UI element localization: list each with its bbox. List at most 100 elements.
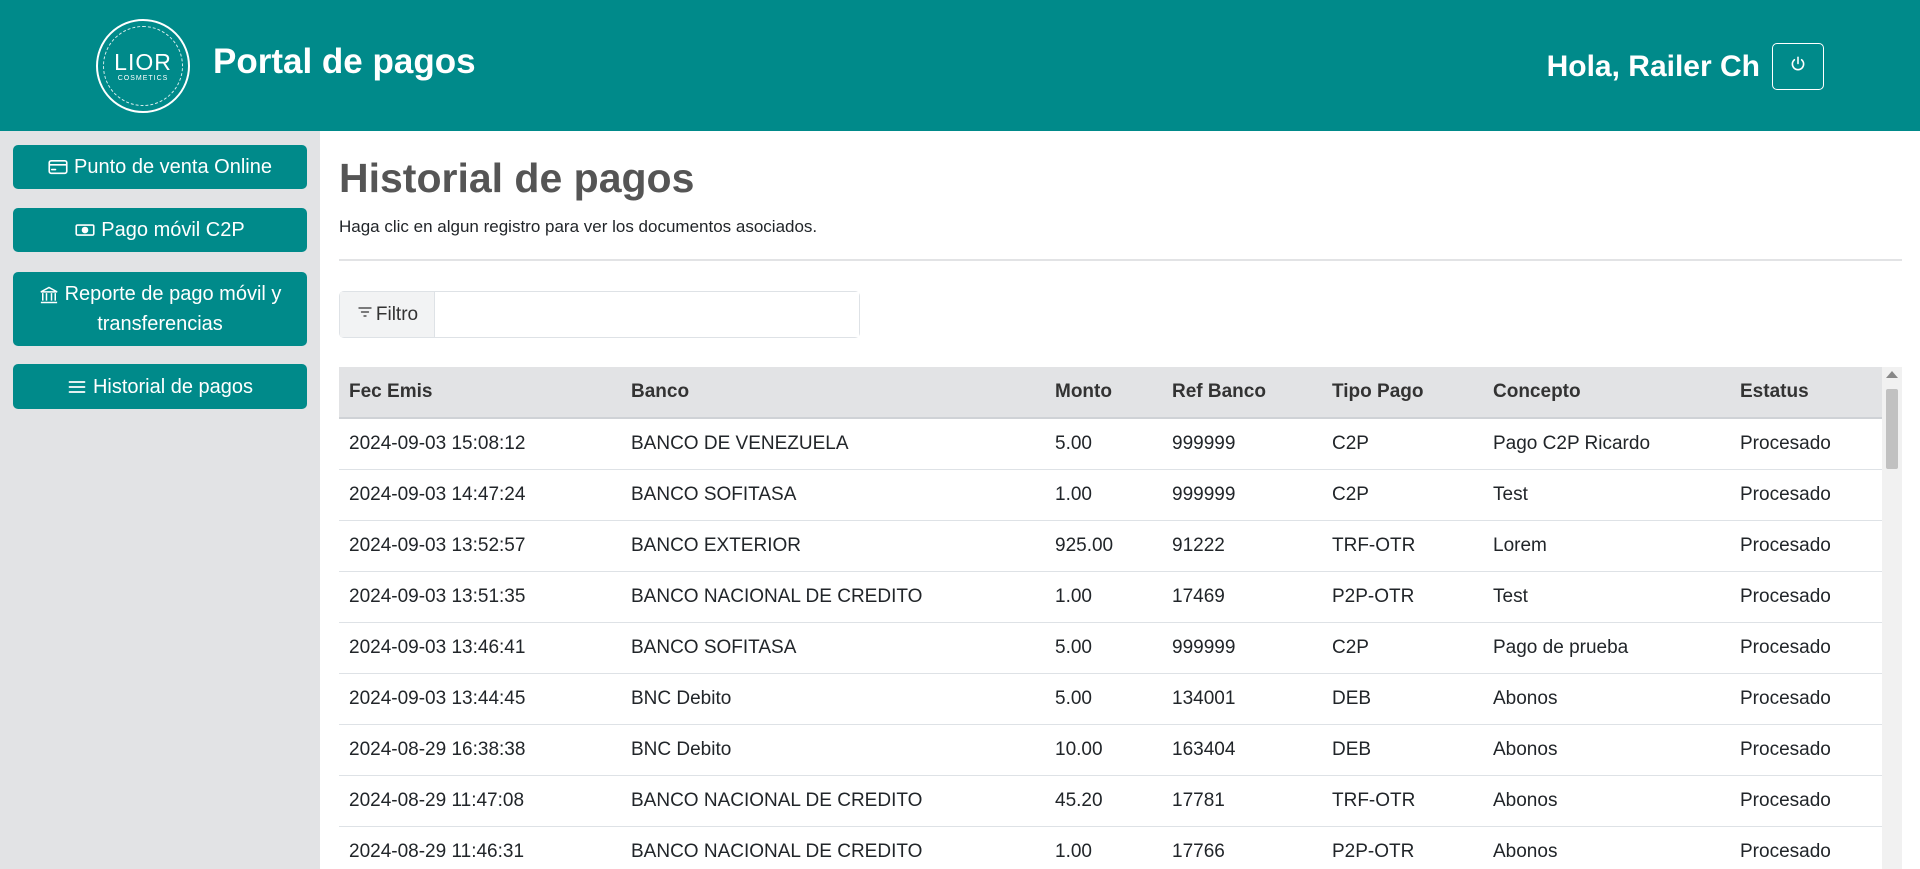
table-row[interactable]: 2024-09-03 13:51:35 BANCO NACIONAL DE CR…: [339, 571, 1882, 622]
table-cell: 2024-09-03 13:44:45: [349, 687, 526, 709]
main-content: Historial de pagos Haga clic en algun re…: [320, 131, 1920, 869]
table-cell: 5.00: [1055, 432, 1092, 454]
table-row[interactable]: 2024-09-03 13:46:41 BANCO SOFITASA 5.00 …: [339, 622, 1882, 673]
table-cell: 925.00: [1055, 534, 1114, 556]
cash-icon: [75, 220, 95, 240]
filter-input[interactable]: [435, 292, 859, 337]
table-cell: 2024-09-03 13:51:35: [349, 585, 526, 607]
table-cell: 999999: [1172, 432, 1236, 454]
table-cell: Pago de prueba: [1493, 636, 1629, 658]
sidebar-item-punto-de-venta[interactable]: Punto de venta Online: [13, 145, 307, 189]
table-cell: 1.00: [1055, 840, 1092, 862]
table-row[interactable]: 2024-09-03 13:52:57 BANCO EXTERIOR 925.0…: [339, 520, 1882, 571]
table-cell: DEB: [1332, 687, 1372, 709]
column-header[interactable]: Banco: [621, 367, 1045, 419]
payments-table: Fec Emis Banco Monto Ref Banco Tipo Pago…: [339, 367, 1882, 869]
scroll-up-arrow-icon[interactable]: [1886, 371, 1898, 378]
top-bar: LIOR COSMETICS Portal de pagos Hola, Rai…: [0, 0, 1920, 131]
table-cell: Procesado: [1740, 840, 1831, 862]
table-cell: 17469: [1172, 585, 1225, 607]
sidebar-item-label: Historial de pagos: [92, 375, 254, 398]
bank-icon: [39, 285, 59, 305]
table-cell: 10.00: [1055, 738, 1103, 760]
table-cell: 45.20: [1055, 789, 1103, 811]
table-row[interactable]: 2024-09-03 13:44:45 BNC Debito 5.00 1340…: [339, 673, 1882, 724]
table-cell: BANCO DE VENEZUELA: [631, 432, 849, 454]
logo-text: LIOR: [114, 48, 172, 75]
column-header[interactable]: Ref Banco: [1162, 367, 1322, 419]
sidebar-item-label: Reporte de pago móvil y transferencias: [64, 283, 282, 335]
sidebar-item-label-wrap: Reporte de pago móvil y transferencias: [23, 279, 297, 339]
table-row[interactable]: 2024-09-03 15:08:12 BANCO DE VENEZUELA 5…: [339, 418, 1882, 469]
column-header[interactable]: Concepto: [1483, 367, 1730, 419]
sidebar-item-label: Punto de venta Online: [74, 156, 272, 178]
table-cell: Abonos: [1493, 687, 1558, 709]
table-cell: Procesado: [1740, 585, 1831, 607]
table-cell: Procesado: [1740, 534, 1831, 556]
table-cell: 5.00: [1055, 687, 1092, 709]
table-cell: 1.00: [1055, 585, 1092, 607]
table-cell: Test: [1493, 585, 1528, 607]
table-cell: 999999: [1172, 636, 1236, 658]
list-icon: [67, 377, 87, 397]
column-header[interactable]: Fec Emis: [339, 367, 621, 419]
table-cell: 2024-09-03 14:47:24: [349, 483, 526, 505]
table-cell: BNC Debito: [631, 738, 732, 760]
company-logo: LIOR COSMETICS: [96, 19, 190, 113]
sidebar-item-pago-movil[interactable]: Pago móvil C2P: [13, 208, 307, 252]
table-cell: 91222: [1172, 534, 1225, 556]
table-cell: TRF-OTR: [1332, 534, 1416, 556]
table-cell: BANCO NACIONAL DE CREDITO: [631, 585, 923, 607]
table-cell: BANCO EXTERIOR: [631, 534, 801, 556]
table-cell: TRF-OTR: [1332, 789, 1416, 811]
table-row[interactable]: 2024-08-29 16:38:38 BNC Debito 10.00 163…: [339, 724, 1882, 775]
table-cell: BANCO NACIONAL DE CREDITO: [631, 840, 923, 862]
divider: [339, 259, 1902, 261]
user-greeting: Hola, Railer Ch: [1546, 50, 1760, 83]
column-header[interactable]: Estatus: [1730, 367, 1882, 419]
table-cell: Procesado: [1740, 738, 1831, 760]
table-scrollbar[interactable]: [1882, 367, 1902, 869]
table-cell: Procesado: [1740, 789, 1831, 811]
table-row[interactable]: 2024-09-03 14:47:24 BANCO SOFITASA 1.00 …: [339, 469, 1882, 520]
table-cell: C2P: [1332, 636, 1369, 658]
table-cell: 5.00: [1055, 636, 1092, 658]
table-row[interactable]: 2024-08-29 11:46:31 BANCO NACIONAL DE CR…: [339, 826, 1882, 869]
sidebar-item-historial[interactable]: Historial de pagos: [13, 364, 307, 409]
table-cell: C2P: [1332, 483, 1369, 505]
filter-label: Filtro: [340, 292, 435, 337]
table-cell: 2024-08-29 11:46:31: [349, 840, 525, 862]
table-cell: Test: [1493, 483, 1528, 505]
table-cell: BANCO NACIONAL DE CREDITO: [631, 789, 923, 811]
table-cell: C2P: [1332, 432, 1369, 454]
scrollbar-thumb[interactable]: [1886, 389, 1898, 469]
logo-subtext: COSMETICS: [117, 74, 169, 82]
payments-table-container: Fec Emis Banco Monto Ref Banco Tipo Pago…: [339, 367, 1902, 869]
table-cell: 2024-09-03 15:08:12: [349, 432, 526, 454]
table-cell: BANCO SOFITASA: [631, 483, 797, 505]
table-row[interactable]: 2024-08-29 11:47:08 BANCO NACIONAL DE CR…: [339, 775, 1882, 826]
logout-button[interactable]: [1772, 43, 1824, 90]
table-header-row: Fec Emis Banco Monto Ref Banco Tipo Pago…: [339, 367, 1882, 419]
table-cell: Pago C2P Ricardo: [1493, 432, 1651, 454]
table-cell: 2024-08-29 16:38:38: [349, 738, 526, 760]
filter-group: Filtro: [339, 291, 860, 338]
table-cell: 999999: [1172, 483, 1236, 505]
page-description: Haga clic en algun registro para ver los…: [339, 217, 818, 236]
table-cell: Lorem: [1493, 534, 1547, 556]
sidebar-item-reporte-pago[interactable]: Reporte de pago móvil y transferencias: [13, 272, 307, 346]
table-cell: BANCO SOFITASA: [631, 636, 797, 658]
sidebar-item-label: Pago móvil C2P: [101, 219, 245, 241]
table-cell: 2024-09-03 13:46:41: [349, 636, 526, 658]
column-header[interactable]: Tipo Pago: [1322, 367, 1483, 419]
table-cell: Abonos: [1493, 789, 1558, 811]
table-cell: Procesado: [1740, 432, 1831, 454]
credit-card-icon: [48, 157, 68, 177]
table-cell: 17766: [1172, 840, 1225, 862]
app-title: Portal de pagos: [213, 42, 476, 81]
table-cell: Procesado: [1740, 687, 1831, 709]
column-header[interactable]: Monto: [1045, 367, 1162, 419]
table-cell: Procesado: [1740, 483, 1831, 505]
table-cell: Abonos: [1493, 738, 1558, 760]
power-icon: [1789, 55, 1807, 78]
